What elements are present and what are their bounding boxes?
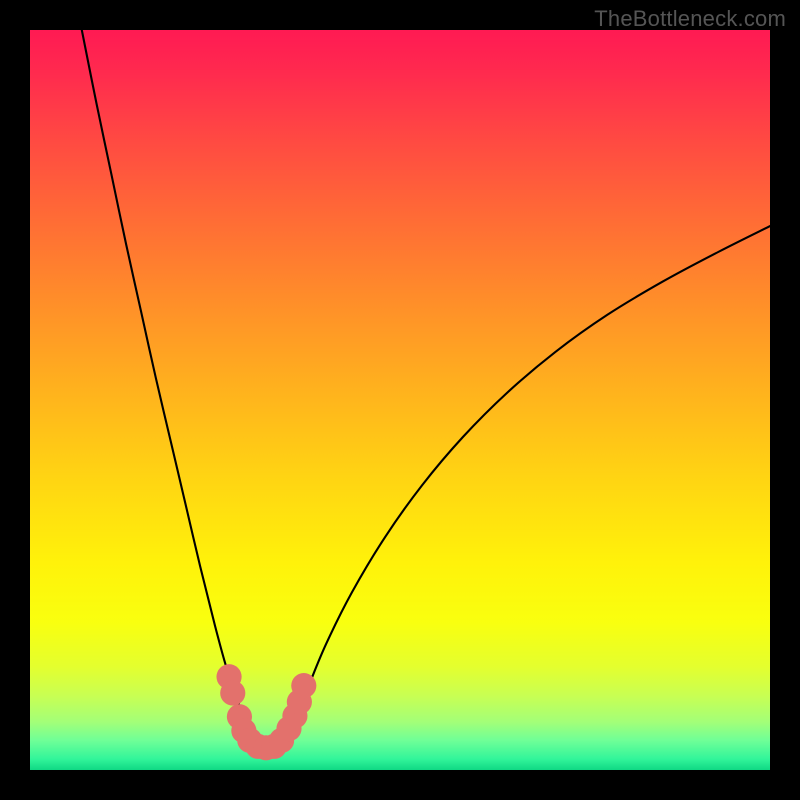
outer-frame: TheBottleneck.com xyxy=(0,0,800,800)
trough-marker xyxy=(291,673,316,698)
plot-area xyxy=(30,30,770,770)
gradient-background xyxy=(30,30,770,770)
watermark-text: TheBottleneck.com xyxy=(594,6,786,32)
chart-svg xyxy=(30,30,770,770)
trough-marker xyxy=(220,680,245,705)
